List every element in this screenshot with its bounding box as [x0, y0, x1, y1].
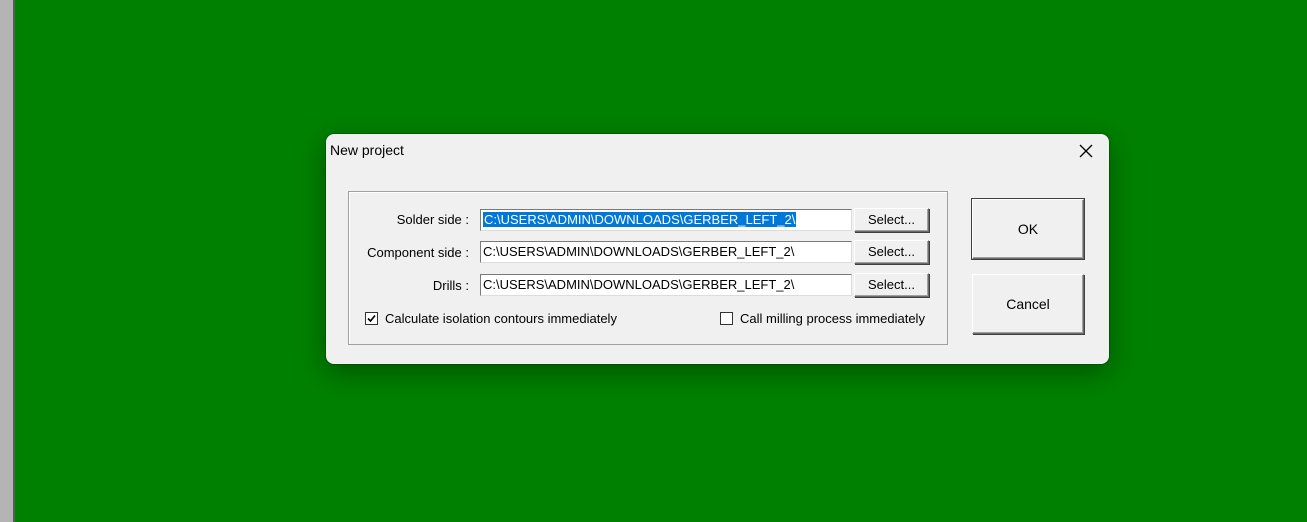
drills-select-button[interactable]: Select... [854, 273, 929, 297]
calculate-isolation-label[interactable]: Calculate isolation contours immediately [385, 311, 617, 326]
drills-label: Drills : [432, 278, 469, 293]
call-milling-label[interactable]: Call milling process immediately [740, 311, 925, 326]
component-side-value: C:\USERS\ADMIN\DOWNLOADS\GERBER_LEFT_2\ [483, 244, 795, 259]
calculate-isolation-checkbox[interactable] [365, 312, 378, 325]
dialog-titlebar[interactable]: New project [326, 134, 1109, 166]
solder-side-label: Solder side : [396, 212, 469, 227]
component-side-label: Component side : [367, 245, 469, 260]
drills-field[interactable]: C:\USERS\ADMIN\DOWNLOADS\GERBER_LEFT_2\ [480, 274, 852, 296]
solder-side-select-button[interactable]: Select... [854, 208, 929, 232]
close-button[interactable] [1069, 136, 1103, 166]
solder-side-field[interactable]: C:\USERS\ADMIN\DOWNLOADS\GERBER_LEFT_2\ [480, 209, 852, 231]
drills-value: C:\USERS\ADMIN\DOWNLOADS\GERBER_LEFT_2\ [483, 277, 795, 292]
paths-groupbox: Solder side : C:\USERS\ADMIN\DOWNLOADS\G… [348, 191, 948, 345]
checkmark-icon [367, 314, 376, 323]
solder-side-value: C:\USERS\ADMIN\DOWNLOADS\GERBER_LEFT_2\ [483, 212, 797, 227]
dialog-title: New project [330, 142, 404, 158]
component-side-select-button[interactable]: Select... [854, 240, 929, 264]
component-side-field[interactable]: C:\USERS\ADMIN\DOWNLOADS\GERBER_LEFT_2\ [480, 241, 852, 263]
close-icon [1079, 144, 1093, 158]
ok-button[interactable]: OK [971, 198, 1085, 260]
new-project-dialog: New project Solder side : C:\USERS\ADMIN… [326, 134, 1109, 364]
call-milling-checkbox[interactable] [720, 312, 733, 325]
cancel-button[interactable]: Cancel [972, 274, 1084, 334]
left-panel-strip [0, 0, 13, 522]
